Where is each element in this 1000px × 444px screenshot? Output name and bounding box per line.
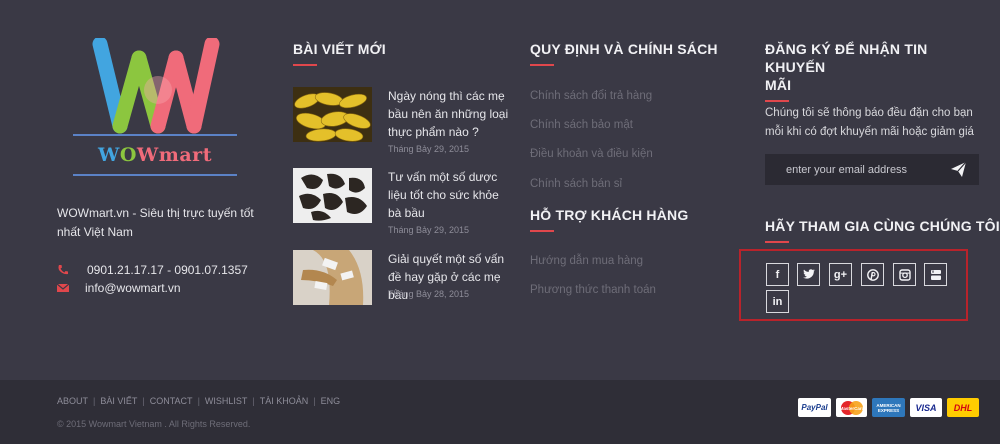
policy-heading: QUY ĐỊNH VÀ CHÍNH SÁCH xyxy=(530,41,718,66)
visa-icon: VISA xyxy=(910,398,942,417)
nav-contact[interactable]: CONTACT xyxy=(150,396,193,406)
link-terms[interactable]: Điều khoản và điều kiện xyxy=(530,148,653,160)
nav-wishlist[interactable]: WISHLIST xyxy=(205,396,248,406)
post-title[interactable]: Ngày nóng thì các mẹ bầu nên ăn những lo… xyxy=(388,87,513,141)
google-plus-icon[interactable]: g+ xyxy=(829,263,852,286)
store-tagline: WOWmart.vn - Siêu thị trực tuyến tốt nhấ… xyxy=(57,206,254,239)
link-privacy-policy[interactable]: Chính sách bảo mật xyxy=(530,119,633,131)
link-payment-methods[interactable]: Phương thức thanh toán xyxy=(530,284,656,296)
brand-letter-o: O xyxy=(119,144,137,166)
twitter-icon[interactable] xyxy=(797,263,820,286)
post-thumbnail-bananas[interactable] xyxy=(293,87,372,142)
post-date: Tháng Bảy 29, 2015 xyxy=(388,144,470,154)
social-heading: HÃY THAM GIA CÙNG CHÚNG TÔI xyxy=(765,218,1000,243)
amex-icon: AMERICAN EXPRESS xyxy=(872,398,905,417)
email-input[interactable] xyxy=(765,154,940,185)
link-return-policy[interactable]: Chính sách đổi trả hàng xyxy=(530,90,652,102)
contact-phone: 0901.21.17.17 - 0901.07.1357 xyxy=(57,263,248,277)
post-date: Tháng Bảy 29, 2015 xyxy=(388,225,470,235)
nav-blog[interactable]: BÀI VIẾT xyxy=(100,396,137,406)
newsletter-heading: ĐĂNG KÝ ĐỂ NHẬN TIN KHUYẾN MÃI xyxy=(765,40,980,102)
paypal-icon: PayPal xyxy=(798,398,831,417)
logo-divider-bottom xyxy=(73,174,237,176)
bottom-nav: ABOUT | BÀI VIẾT | CONTACT | WISHLIST | TÀI … xyxy=(57,396,341,406)
email-address[interactable]: info@wowmart.vn xyxy=(85,281,181,295)
brand-wordmark[interactable]: WOWmart xyxy=(73,144,237,166)
post-thumbnail-herbs[interactable] xyxy=(293,168,372,223)
newsletter-description: Chúng tôi sẽ thông báo đều đặn cho bạn m… xyxy=(765,107,974,138)
dhl-icon: DHL xyxy=(947,398,979,417)
newsletter-heading-line2: MÃI xyxy=(765,77,792,93)
facebook-icon[interactable]: f xyxy=(766,263,789,286)
phone-number[interactable]: 0901.21.17.17 - 0901.07.1357 xyxy=(87,263,248,277)
blog-heading: BÀI VIẾT MỚI xyxy=(293,41,386,66)
blog-post[interactable]: Giải quyết một số vấn đề hay gặp ở các m… xyxy=(293,250,513,310)
link-wholesale-policy[interactable]: Chính sách bán sỉ xyxy=(530,178,622,190)
link-shopping-guide[interactable]: Hướng dẫn mua hàng xyxy=(530,255,643,267)
brand-letter-w: W xyxy=(98,144,120,166)
contact-email: info@wowmart.vn xyxy=(57,281,181,295)
mastercard-text: MasterCard xyxy=(839,406,864,411)
logo-divider-top xyxy=(73,134,237,136)
support-heading: HỖ TRỢ KHÁCH HÀNG xyxy=(530,207,689,232)
phone-icon xyxy=(58,265,68,275)
nav-account[interactable]: TÀI KHOẢN xyxy=(260,396,309,406)
brand-mart: mart xyxy=(158,144,212,166)
post-thumbnail-hair[interactable] xyxy=(293,250,372,305)
newsletter-heading-line1: ĐĂNG KÝ ĐỂ NHẬN TIN KHUYẾN xyxy=(765,41,928,75)
post-title[interactable]: Tư vấn một số dược liệu tốt cho sức khỏe… xyxy=(388,168,513,222)
linkedin-icon[interactable]: in xyxy=(766,290,789,313)
send-icon[interactable] xyxy=(950,161,967,178)
newsletter-form xyxy=(765,154,979,185)
brand-letter-w2: W xyxy=(136,144,159,166)
instagram-icon[interactable] xyxy=(893,263,916,286)
mastercard-icon: MasterCard xyxy=(836,398,867,417)
envelope-icon xyxy=(57,283,69,292)
pinterest-icon[interactable] xyxy=(861,263,884,286)
nav-about[interactable]: ABOUT xyxy=(57,396,88,406)
nav-language[interactable]: ENG xyxy=(321,396,341,406)
blog-post[interactable]: Tư vấn một số dược liệu tốt cho sức khỏe… xyxy=(293,168,513,235)
copyright: © 2015 Wowmart Vietnam . All Rights Rese… xyxy=(57,419,251,429)
blog-post[interactable]: Ngày nóng thì các mẹ bầu nên ăn những lo… xyxy=(293,87,513,154)
youtube-icon[interactable] xyxy=(924,263,947,286)
post-date: Tháng Bảy 28, 2015 xyxy=(388,289,470,299)
